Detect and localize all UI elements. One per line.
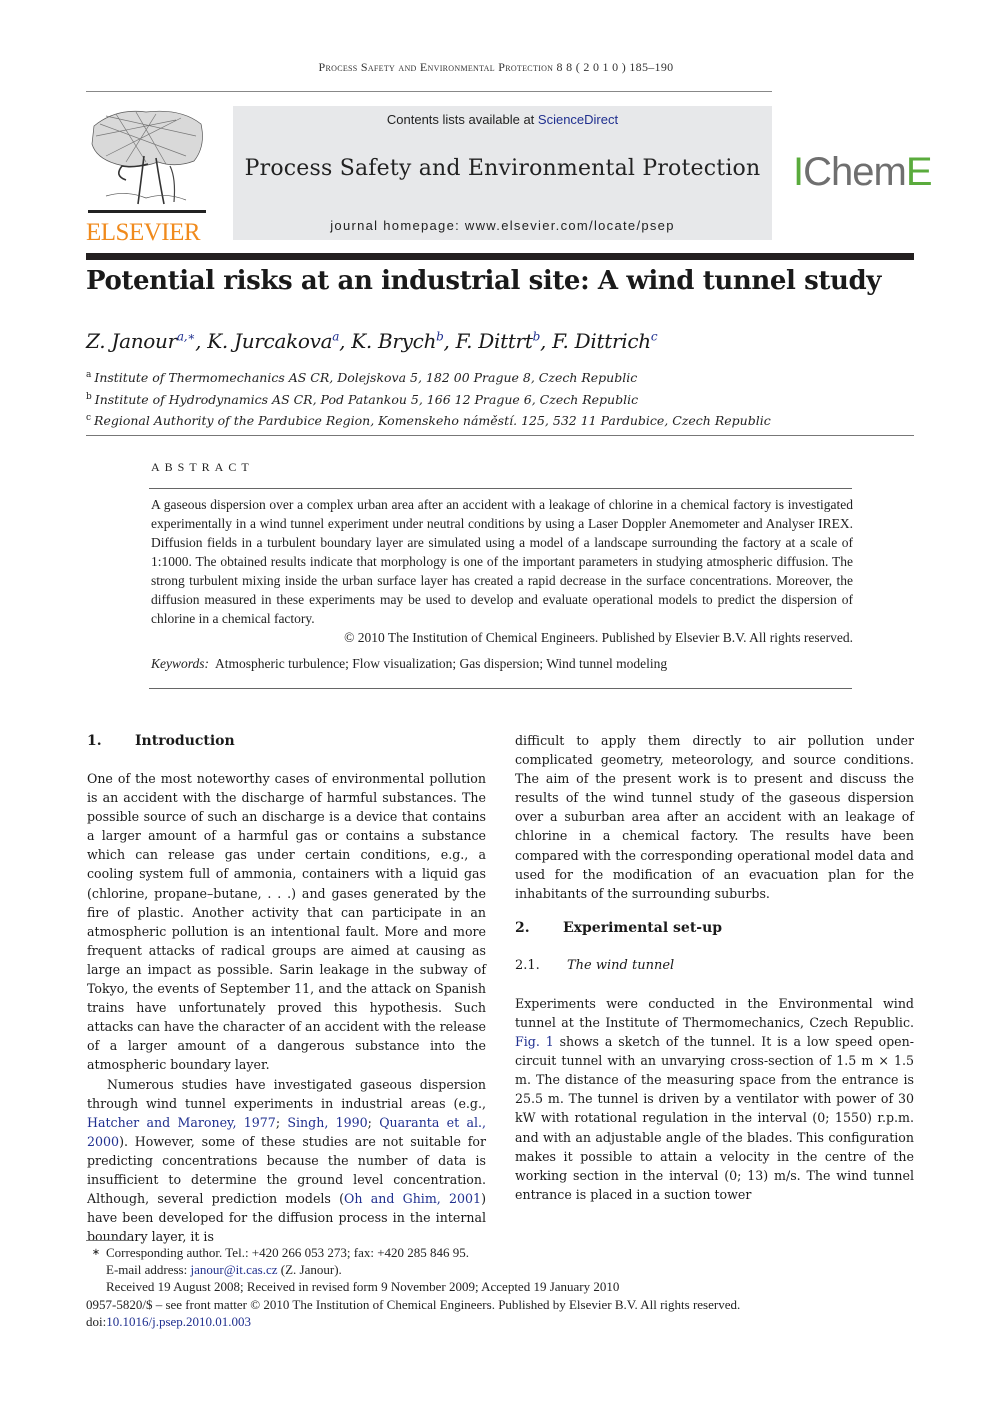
doi-link[interactable]: 10.1016/j.psep.2010.01.003 — [106, 1314, 251, 1329]
author: F. Dittrich — [552, 329, 651, 353]
citation-link[interactable]: Hatcher and Maroney, 1977 — [87, 1115, 276, 1130]
affiliation-mark: b — [86, 391, 92, 402]
journal-homepage-link[interactable]: journal homepage: www.elsevier.com/locat… — [233, 218, 772, 233]
affiliation-mark: a — [86, 370, 92, 380]
journal-banner: Contents lists available at ScienceDirec… — [233, 106, 772, 240]
affiliation: b Institute of Hydrodynamics AS CR, Pod P… — [86, 388, 771, 410]
elsevier-wordmark: ELSEVIER — [86, 219, 201, 246]
author-affil-mark[interactable]: a,∗ — [177, 329, 196, 343]
footnotes: ∗ Corresponding author. Tel.: +420 266 05… — [86, 1244, 740, 1330]
paragraph: Numerous studies have investigated gaseo… — [87, 1075, 486, 1247]
citation-link[interactable]: Singh, 1990 — [287, 1115, 367, 1130]
paragraph: Experiments were conducted in the Enviro… — [515, 994, 914, 1204]
left-column: 1. Introduction One of the most noteworth… — [87, 731, 486, 1246]
doi-label: doi: — [86, 1313, 107, 1329]
icheme-logo-e: E — [905, 150, 933, 194]
article-title: Potential risks at an industrial site: A… — [86, 266, 881, 296]
sciencedirect-link[interactable]: ScienceDirect — [538, 112, 618, 127]
title-divider — [86, 253, 914, 260]
email-link[interactable]: janour@it.cas.cz — [190, 1262, 277, 1277]
keywords-label: Keywords: — [151, 656, 209, 671]
subsection-heading-wind-tunnel: 2.1. The wind tunnel — [515, 956, 914, 994]
text-run: shows a sketch of the tunnel. It is a lo… — [515, 1034, 914, 1202]
paragraph: difficult to apply them directly to air … — [515, 733, 914, 901]
section-heading-introduction: 1. Introduction — [87, 731, 486, 769]
affiliation-text: Institute of Thermomechanics AS CR, Dole… — [94, 370, 638, 386]
affiliation-mark: c — [86, 413, 92, 424]
section-heading-experimental-setup: 2. Experimental set-up — [515, 918, 914, 956]
footnote-corresponding: ∗ Corresponding author. Tel.: +420 266 05… — [86, 1244, 740, 1261]
abstract-bottom-rule — [149, 688, 852, 689]
footnote-email: E-mail address: janour@it.cas.cz (Z. Jan… — [86, 1261, 740, 1278]
abstract-top-rule — [149, 488, 852, 489]
keywords: Keywords: Atmospheric turbulence; Flow vi… — [151, 656, 667, 672]
icheme-logo-i: I — [793, 150, 804, 194]
icheme-logo[interactable]: IChemE — [793, 150, 933, 194]
affiliation-text: Institute of Hydrodynamics AS CR, Pod Pa… — [94, 391, 639, 407]
author: F. Dittrt — [455, 329, 533, 353]
elsevier-tree-icon — [88, 110, 206, 213]
footnote-text: Corresponding author. Tel.: +420 266 053… — [106, 1245, 470, 1260]
icheme-logo-chem: Chem — [803, 150, 907, 194]
section-number: 1. — [87, 733, 102, 749]
author: K. Brych — [351, 329, 437, 353]
section-title: Experimental set-up — [563, 919, 723, 936]
abstract-body: A gaseous dispersion over a complex urba… — [151, 495, 853, 647]
author-affil-mark[interactable]: c — [651, 329, 658, 343]
right-column: difficult to apply them directly to air … — [515, 731, 914, 1204]
text-run: Numerous studies have investigated gaseo… — [87, 1076, 486, 1111]
front-matter: 0957-5820/$ – see front matter © 2010 Th… — [86, 1296, 741, 1312]
subsection-title: The wind tunnel — [567, 957, 675, 973]
paragraph: One of the most noteworthy cases of envi… — [87, 771, 486, 1073]
author-list: Z. Janoura,∗, K. Jurcakovaa, K. Brychb, … — [86, 329, 658, 353]
elsevier-logo[interactable]: ELSEVIER — [86, 106, 212, 246]
affiliation-text: Regional Authority of the Pardubice Regi… — [94, 413, 771, 429]
citation-link[interactable]: Oh and Ghim, 2001 — [344, 1191, 481, 1206]
section-number: 2. — [515, 919, 530, 936]
author: Z. Janour — [86, 329, 177, 353]
abstract-text: A gaseous dispersion over a complex urba… — [151, 497, 853, 626]
email-suffix: (Z. Janour). — [277, 1262, 342, 1278]
running-head: Process Safety and Environmental Protect… — [318, 60, 674, 74]
contents-line: Contents lists available at ScienceDirec… — [233, 112, 772, 127]
author-affil-mark[interactable]: b — [533, 329, 541, 343]
abstract-copyright: © 2010 The Institution of Chemical Engin… — [344, 630, 853, 645]
affiliations-divider — [86, 435, 914, 436]
author-affil-mark[interactable]: b — [436, 329, 444, 343]
figure-link[interactable]: Fig. 1 — [515, 1034, 554, 1049]
text-run: ; — [275, 1114, 288, 1130]
abstract-heading: ABSTRACT — [151, 460, 254, 474]
keywords-list: Atmospheric turbulence; Flow visualizati… — [215, 656, 668, 671]
footnote-divider — [86, 1240, 132, 1241]
text-run: ; — [367, 1114, 380, 1130]
section-title: Introduction — [135, 733, 235, 749]
footnote-star: ∗ — [91, 1247, 101, 1258]
affiliation: a Institute of Thermomechanics AS CR, Dol… — [86, 366, 771, 388]
text-run: Experiments were conducted in the Enviro… — [515, 995, 914, 1030]
header-divider — [86, 91, 772, 92]
author: K. Jurcakova — [207, 329, 333, 353]
contents-prefix: Contents lists available at — [386, 112, 538, 127]
email-label: E-mail address: — [106, 1262, 191, 1278]
subsection-number: 2.1. — [515, 957, 540, 973]
doi-line: doi:10.1016/j.psep.2010.01.003 — [86, 1313, 740, 1330]
author-affil-mark[interactable]: a — [332, 329, 339, 343]
affiliations: a Institute of Thermomechanics AS CR, Dol… — [86, 366, 771, 431]
journal-name: Process Safety and Environmental Protect… — [244, 156, 761, 181]
received-dates: Received 19 August 2008; Received in rev… — [106, 1279, 620, 1295]
affiliation: c Regional Authority of the Pardubice Reg… — [86, 409, 771, 431]
